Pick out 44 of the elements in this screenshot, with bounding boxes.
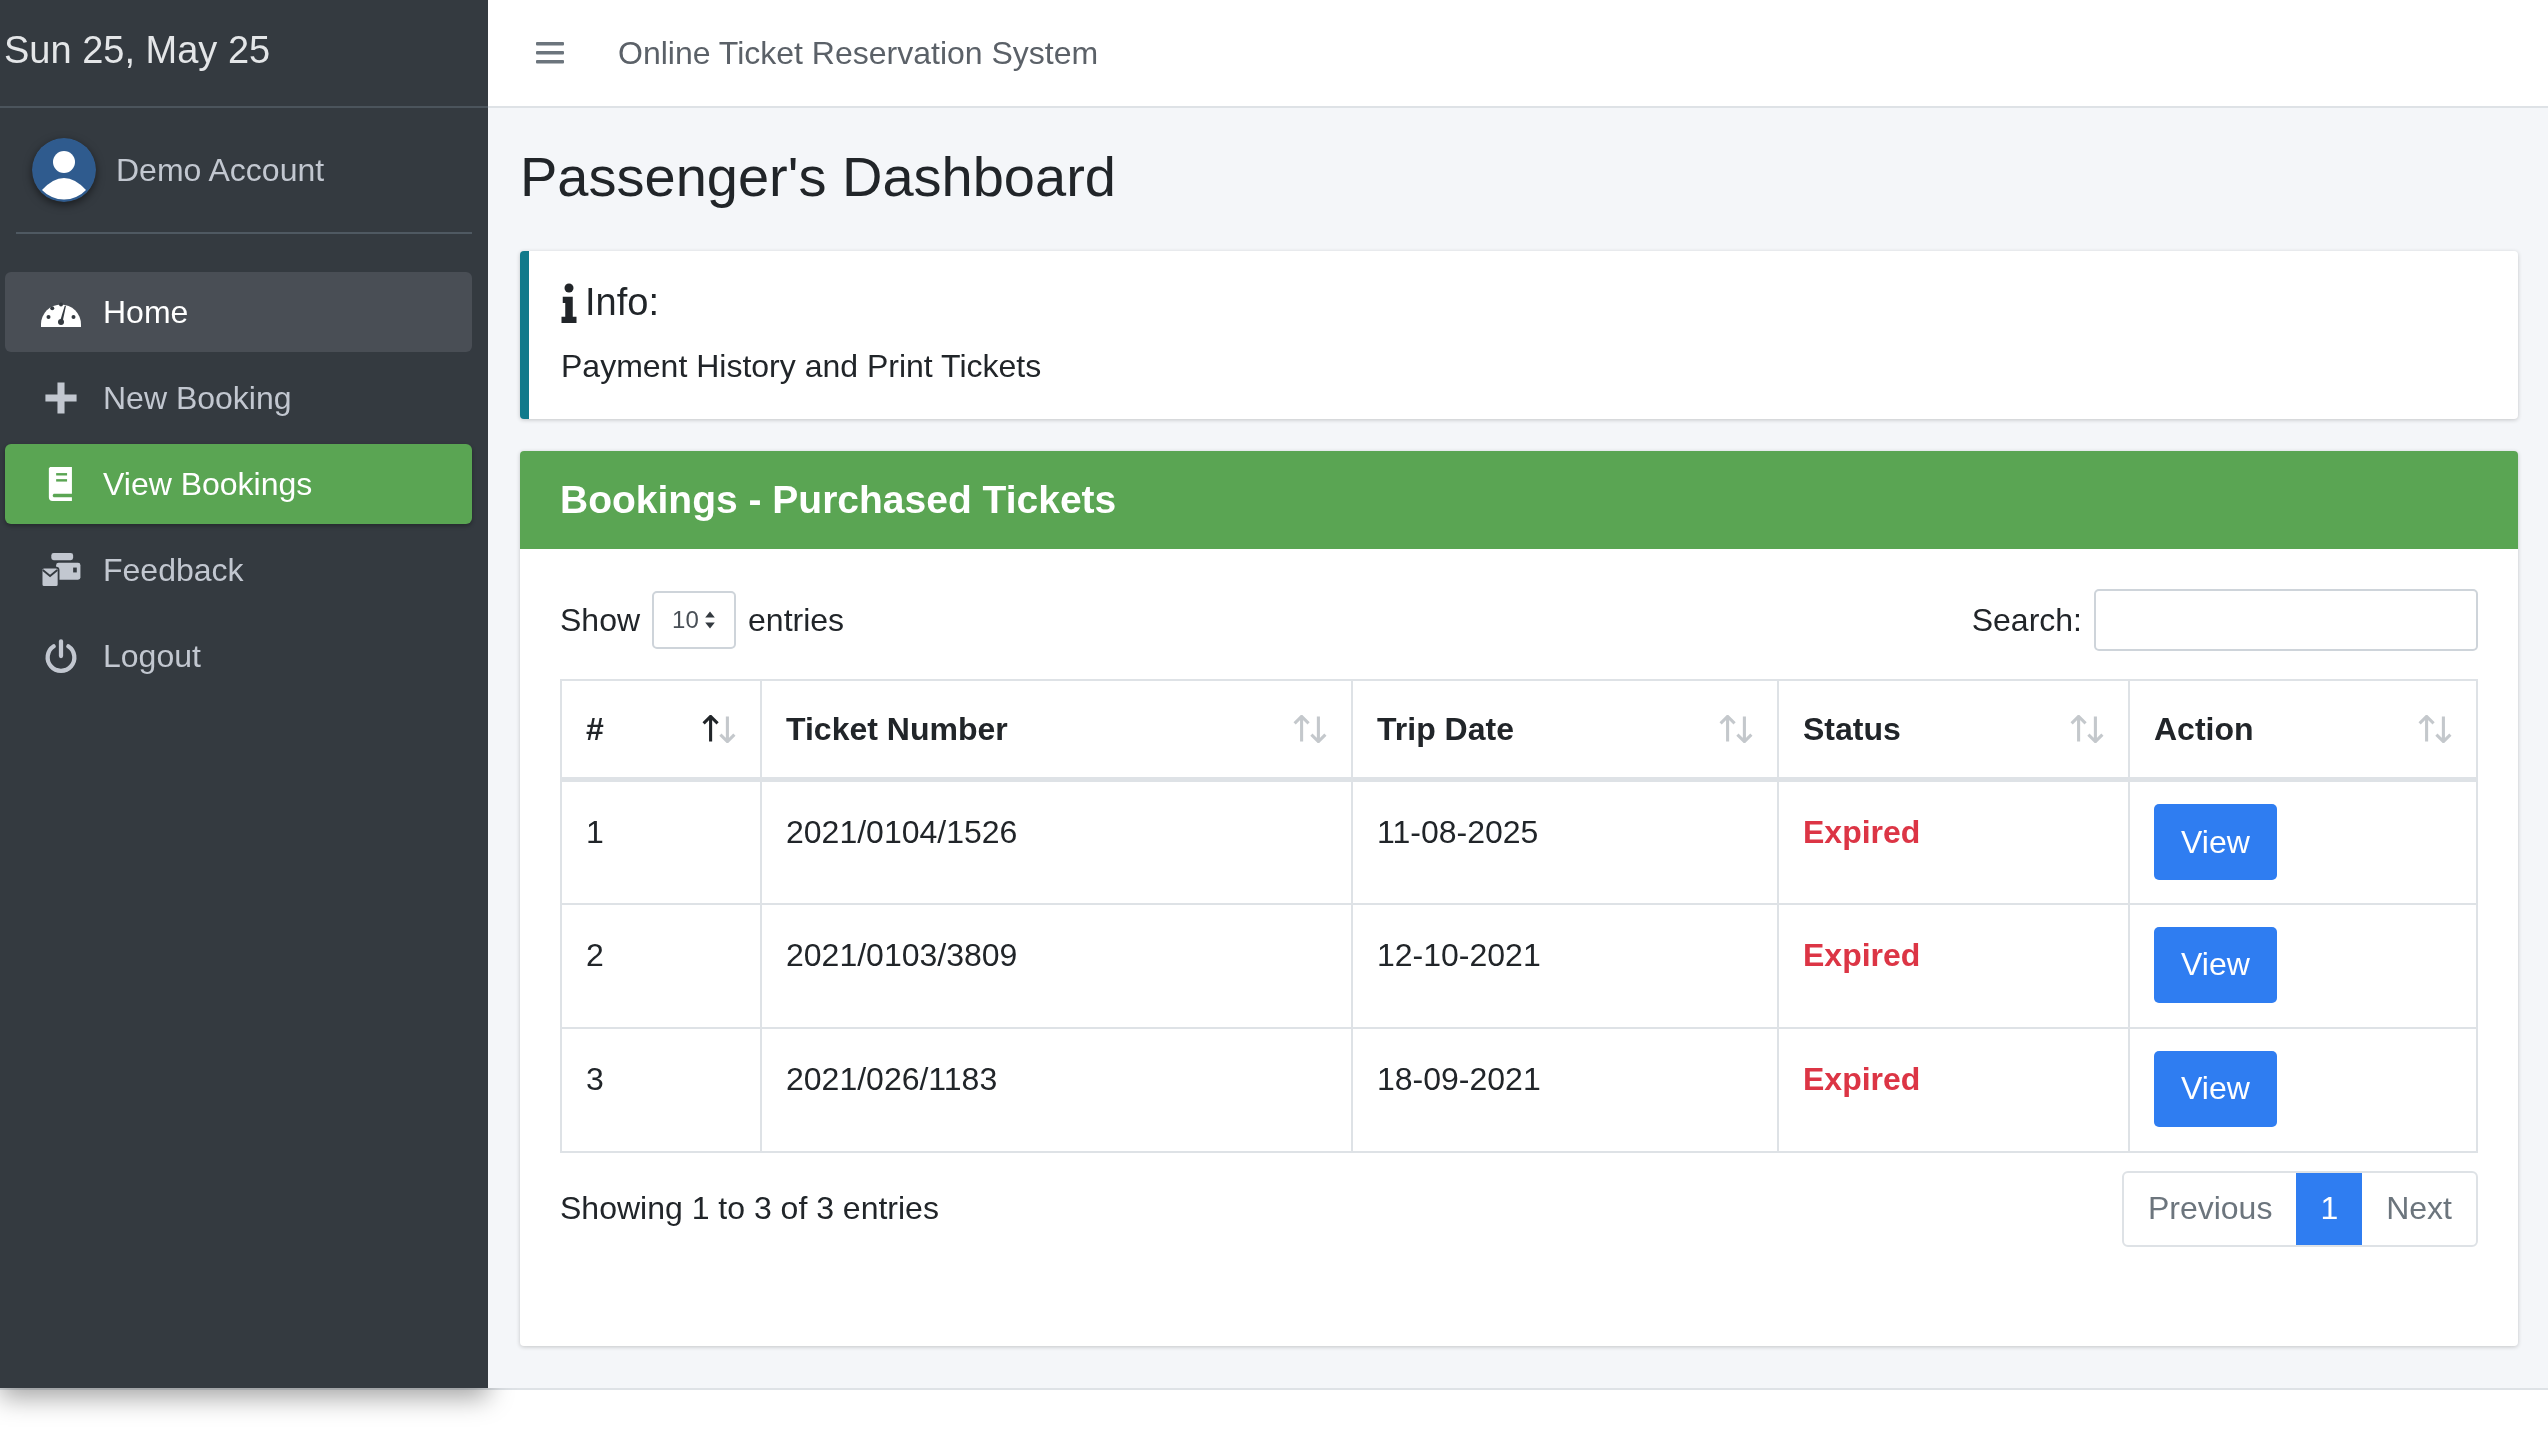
envelope-icon [41,553,81,587]
entries-info: Showing 1 to 3 of 3 entries [560,1190,939,1227]
view-button[interactable]: View [2154,926,2277,1003]
sidebar-nav-item[interactable]: Home [5,272,472,352]
status-text: Expired [1778,903,2129,1028]
info-text: Payment History and Print Tickets [561,348,1043,385]
search-label: Search: [1971,601,2082,639]
pagination-button[interactable]: Previous [2123,1172,2297,1245]
table-cell: 3 [561,1027,761,1152]
table-cell: 18-09-2021 [1352,1027,1778,1152]
sidebar-nav-item[interactable]: New Booking [5,358,472,438]
sidebar-nav-item[interactable]: Logout [5,616,472,696]
pagination-button[interactable]: 1 [2296,1172,2363,1245]
card-title: Bookings - Purchased Tickets [560,478,1117,522]
table-cell: 2 [561,903,761,1028]
column-header[interactable]: Action [2129,680,2477,780]
user-avatar-icon [32,138,96,202]
entries-select[interactable]: 10 [652,591,737,649]
sidebar-nav-item[interactable]: Feedback [5,530,472,610]
select-caret-icon [704,610,717,630]
table-cell: 12-10-2021 [1352,903,1778,1028]
menu-icon[interactable] [536,42,564,64]
table-cell: 2021/0103/3809 [761,903,1352,1028]
page-title: Passenger's Dashboard [520,144,1117,209]
show-label: Show [560,601,641,639]
pagination-button[interactable]: Next [2362,1172,2476,1245]
status-text: Expired [1778,1027,2129,1152]
app-title-link[interactable]: Online Ticket Reservation System [618,34,1099,72]
info-title: Info: [585,281,659,324]
user-name[interactable]: Demo Account [116,151,325,189]
table-cell: 1 [561,779,761,904]
table-cell: 2021/026/1183 [761,1027,1352,1152]
search-field[interactable] [2094,589,2478,651]
column-header[interactable]: Trip Date [1352,680,1778,780]
status-text: Expired [1778,779,2129,904]
view-button[interactable]: View [2154,804,2277,880]
entries-label: entries [748,601,845,639]
column-header[interactable]: Status [1778,680,2129,780]
column-header[interactable]: # [561,680,761,780]
info-icon [561,282,577,323]
table-cell: 11-08-2025 [1352,779,1778,904]
table-cell: 2021/0104/1526 [761,779,1352,904]
column-header[interactable]: Ticket Number [761,680,1352,780]
view-button[interactable]: View [2154,1050,2277,1127]
